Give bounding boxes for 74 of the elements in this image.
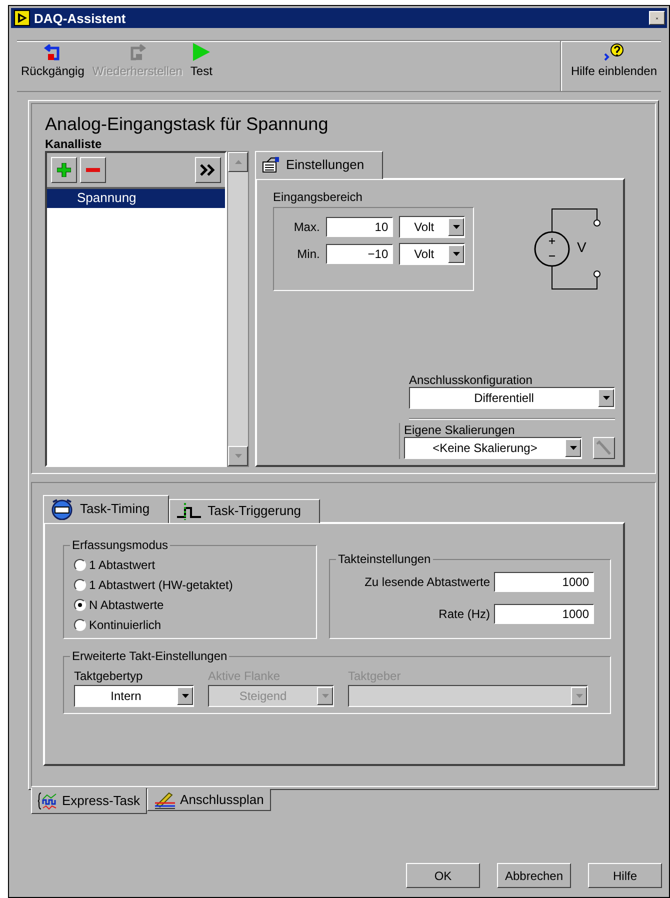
field-label: Zu lesende Abtastwerte	[364, 575, 490, 589]
number-field[interactable]: 10	[326, 217, 394, 237]
tab[interactable]: Anschlussplan	[147, 789, 271, 811]
double-chevron-icon	[200, 164, 216, 176]
tab[interactable]: Express-Task	[31, 788, 148, 814]
caret-icon	[452, 252, 460, 256]
radio-label: Kontinuierlich	[89, 618, 162, 632]
radio-label: N Abtastwerte	[89, 598, 164, 612]
number-field[interactable]: 1000	[494, 604, 594, 624]
redo-arrow-icon	[128, 43, 146, 61]
pen-wires-icon	[154, 790, 176, 808]
unit-dropdown[interactable]: Volt	[399, 243, 465, 265]
group-title: Erweiterte Takt-Einstellungen	[71, 649, 228, 663]
dropdown[interactable]: Intern	[74, 685, 194, 707]
settings-sheet-icon	[262, 156, 280, 172]
field-label: Rate (Hz)	[438, 607, 490, 621]
scrollbar[interactable]	[227, 151, 249, 467]
voltage-label: V	[577, 239, 586, 255]
up-arrow-icon	[234, 160, 242, 164]
section-label: Eingangsbereich	[273, 190, 364, 204]
tab[interactable]: Task-Triggerung	[168, 499, 320, 523]
clock-icon	[50, 498, 74, 520]
field-label: Eigene Skalierungen	[404, 423, 516, 437]
dropdown: Steigend	[208, 685, 334, 707]
dropdown[interactable]: <Keine Skalierung>	[404, 437, 582, 459]
field-label: Max.	[292, 220, 320, 234]
close-button[interactable]	[649, 11, 665, 25]
caret-icon	[602, 396, 610, 400]
unit-dropdown[interactable]: Volt	[399, 216, 465, 238]
trigger-edge-icon	[176, 502, 202, 520]
field-label: Taktgebertyp	[74, 669, 144, 683]
group-title: Erfassungsmodus	[71, 538, 170, 552]
list-item[interactable]: Spannung	[47, 189, 225, 208]
radio-button[interactable]	[74, 559, 86, 571]
tab[interactable]: Task-Timing	[43, 495, 169, 523]
radio-label: 1 Abtastwert	[89, 558, 156, 572]
dropdown[interactable]: Differentiell	[409, 387, 615, 409]
dialog-button[interactable]: Hilfe	[588, 863, 662, 888]
remove-button[interactable]	[80, 157, 106, 183]
wrench-button[interactable]	[593, 437, 615, 459]
dialog-button[interactable]: Abbrechen	[497, 863, 571, 888]
dialog-button[interactable]: OK	[406, 863, 480, 888]
plus-icon	[57, 163, 71, 177]
group-title: Takteinstellungen	[337, 552, 432, 566]
task-heading: Analog-Eingangstask für Spannung	[45, 114, 330, 135]
caret-icon	[452, 225, 460, 229]
play-icon	[191, 43, 212, 61]
toolbar-button[interactable]: Rückgängig	[17, 41, 88, 91]
undo-arrow-icon	[44, 43, 62, 61]
radio-button[interactable]	[74, 579, 86, 591]
caret-icon	[576, 694, 582, 698]
waveform-icon	[38, 792, 58, 810]
caret-icon	[322, 694, 328, 698]
expand-button[interactable]	[195, 157, 221, 183]
list-label: Kanalliste	[45, 137, 103, 151]
wrench-icon	[596, 440, 612, 456]
toolbar-button[interactable]: Test	[186, 41, 216, 91]
field-label: Min.	[296, 247, 320, 261]
down-arrow-icon	[234, 454, 242, 458]
radio-button[interactable]	[74, 619, 86, 631]
window-title: DAQ-Assistent	[34, 10, 127, 26]
add-button[interactable]	[51, 157, 77, 183]
field-label: Anschlusskonfiguration	[409, 373, 534, 387]
caret-icon	[182, 694, 188, 698]
number-field[interactable]: −10	[326, 244, 394, 264]
caret-icon	[570, 446, 576, 450]
tab[interactable]: Einstellungen	[255, 151, 384, 179]
help-icon	[604, 43, 624, 61]
number-field[interactable]: 1000	[494, 572, 594, 592]
minus-icon	[86, 168, 100, 172]
radio-label: 1 Abtastwert (HW-getaktet)	[89, 578, 233, 592]
radio-button[interactable]	[74, 599, 86, 611]
app-icon	[14, 10, 30, 26]
toolbar-button[interactable]: Hilfe einblenden	[566, 41, 661, 91]
